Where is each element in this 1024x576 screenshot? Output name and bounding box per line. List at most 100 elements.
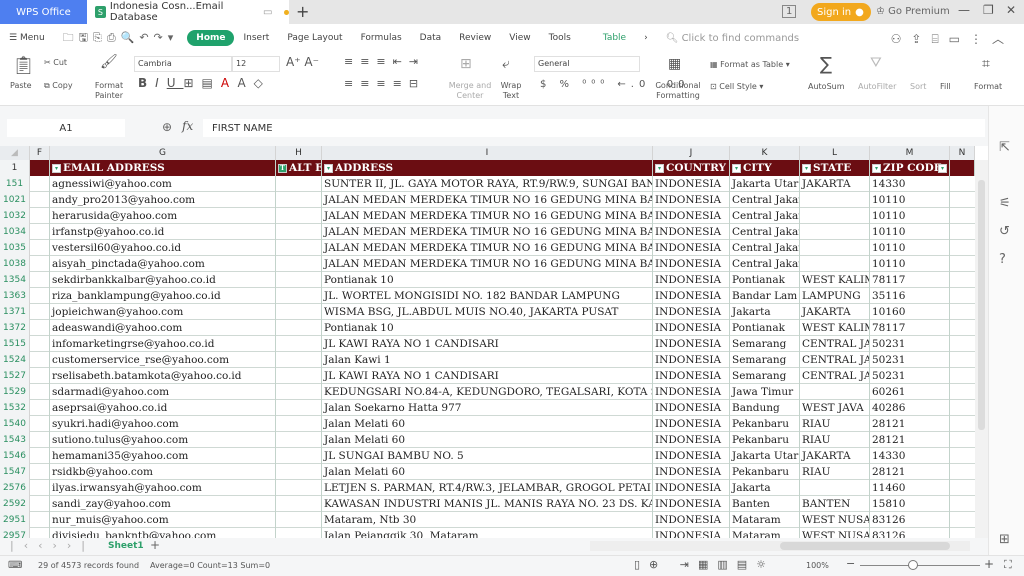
format-icon[interactable]: ⌗ (982, 56, 990, 72)
pointer-icon[interactable]: ⇱ (999, 140, 1010, 155)
more-tabs-button[interactable]: › (635, 33, 657, 43)
table-cell[interactable] (30, 368, 50, 384)
table-cell[interactable]: Pontianak 10 (322, 272, 653, 288)
font-format-icons[interactable]: BIU⊞▤AA◇ (138, 76, 271, 90)
table-cell[interactable]: herarusida@yahoo.com (50, 208, 276, 224)
table-cell[interactable] (800, 208, 870, 224)
format-as-table-button[interactable]: ▦ Format as Table ▾ (710, 60, 790, 69)
tab-table[interactable]: Table (594, 33, 635, 43)
new-tab-button[interactable]: + (296, 2, 309, 21)
table-cell[interactable] (276, 256, 322, 272)
table-cell[interactable]: rsidkb@yahoo.com (50, 464, 276, 480)
table-cell[interactable] (276, 240, 322, 256)
row-number[interactable]: 151 (0, 176, 30, 192)
table-cell[interactable]: Bandung (730, 400, 800, 416)
tab-review[interactable]: Review (450, 33, 500, 43)
table-cell[interactable]: adeaswandi@yahoo.com (50, 320, 276, 336)
table-cell[interactable] (30, 496, 50, 512)
table-cell[interactable]: irfanstp@yahoo.co.id (50, 224, 276, 240)
table-cell[interactable] (30, 416, 50, 432)
table-cell[interactable]: Jalan Melati 60 (322, 416, 653, 432)
table-cell[interactable]: INDONESIA (653, 464, 730, 480)
table-cell[interactable] (30, 176, 50, 192)
table-cell[interactable]: Pekanbaru (730, 432, 800, 448)
table-cell[interactable]: INDONESIA (653, 368, 730, 384)
row-number[interactable]: 1372 (0, 320, 30, 336)
table-cell[interactable] (30, 448, 50, 464)
table-cell[interactable]: Semarang (730, 352, 800, 368)
row-number[interactable]: 1543 (0, 432, 30, 448)
table-cell[interactable]: Central Jakarta (730, 224, 800, 240)
table-cell[interactable]: INDONESIA (653, 192, 730, 208)
table-cell[interactable]: JALAN MEDAN MERDEKA TIMUR NO 16 GEDUNG M… (322, 208, 653, 224)
table-cell[interactable] (30, 432, 50, 448)
sum-icon[interactable]: ∑ (820, 54, 832, 75)
tab-page-layout[interactable]: Page Layout (278, 33, 351, 43)
table-cell[interactable]: 28121 (870, 416, 950, 432)
column-title[interactable]: ZIP CODE ▾ ▾ (870, 160, 950, 176)
table-cell[interactable]: JL KAWI RAYA NO 1 CANDISARI (322, 336, 653, 352)
table-cell[interactable] (30, 336, 50, 352)
table-cell[interactable] (276, 384, 322, 400)
table-cell[interactable] (30, 208, 50, 224)
paste-icon[interactable]: 📋︎ (12, 55, 35, 76)
row-number[interactable]: 2951 (0, 512, 30, 528)
table-cell[interactable]: 15810 (870, 496, 950, 512)
table-cell[interactable]: JALAN MEDAN MERDEKA TIMUR NO 16 GEDUNG M… (322, 256, 653, 272)
row-number[interactable]: 1529 (0, 384, 30, 400)
column-header-n[interactable]: N (950, 146, 975, 160)
table-cell[interactable] (30, 528, 50, 538)
table-cell[interactable] (30, 272, 50, 288)
table-cell[interactable]: JAKARTA (800, 176, 870, 192)
table-cell[interactable]: Central Jakarta (730, 256, 800, 272)
table-cell[interactable] (276, 448, 322, 464)
table-cell[interactable]: Pontianak (730, 272, 800, 288)
table-cell[interactable]: agnessiwi@yahoo.com (50, 176, 276, 192)
table-cell[interactable]: SUNTER II, JL. GAYA MOTOR RAYA, RT.9/RW.… (322, 176, 653, 192)
table-cell[interactable] (276, 192, 322, 208)
restore-button[interactable]: ❐ (983, 3, 994, 17)
tab-formulas[interactable]: Formulas (352, 33, 411, 43)
table-cell[interactable]: WEST NUSA (800, 512, 870, 528)
table-cell[interactable] (800, 192, 870, 208)
help-icon[interactable]: ? (999, 252, 1006, 267)
row-number[interactable]: 1363 (0, 288, 30, 304)
table-cell[interactable] (276, 496, 322, 512)
row-number[interactable]: 1540 (0, 416, 30, 432)
table-cell[interactable] (30, 352, 50, 368)
table-cell[interactable] (276, 208, 322, 224)
table-cell[interactable] (30, 288, 50, 304)
settings-sliders-icon[interactable]: ⚟ (999, 196, 1011, 211)
zoom-slider-handle[interactable] (908, 560, 918, 570)
table-cell[interactable]: syukri.hadi@yahoo.com (50, 416, 276, 432)
tab-tools[interactable]: Tools (540, 33, 580, 43)
row-number[interactable]: 1 (0, 160, 30, 176)
column-header-m[interactable]: M (870, 146, 950, 160)
horizontal-scroll-thumb[interactable] (780, 542, 950, 550)
table-cell[interactable]: INDONESIA (653, 208, 730, 224)
table-cell[interactable]: JALAN MEDAN MERDEKA TIMUR NO 16 GEDUNG M… (322, 240, 653, 256)
table-cell[interactable]: INDONESIA (653, 320, 730, 336)
column-title[interactable]: STATE ▾ (800, 160, 870, 176)
table-cell[interactable]: INDONESIA (653, 288, 730, 304)
table-cell[interactable]: Pekanbaru (730, 464, 800, 480)
table-cell[interactable]: RIAU (800, 432, 870, 448)
apps-grid-icon[interactable]: ⊞ (999, 532, 1010, 547)
share-toolbar-icons[interactable]: ⚇⇪⌸▭⋮︿ (891, 30, 1024, 47)
table-cell[interactable]: JL SUNGAI BAMBU NO. 5 (322, 448, 653, 464)
table-cell[interactable]: Jalan Soekarno Hatta 977 (322, 400, 653, 416)
table-cell[interactable]: 11460 (870, 480, 950, 496)
table-cell[interactable]: 10110 (870, 256, 950, 272)
table-cell[interactable] (800, 224, 870, 240)
tab-wps-office[interactable]: WPS Office (0, 0, 87, 24)
table-cell[interactable] (276, 304, 322, 320)
table-cell[interactable]: JALAN MEDAN MERDEKA TIMUR NO 16 GEDUNG M… (322, 224, 653, 240)
table-cell[interactable]: rselisabeth.batamkota@yahoo.co.id (50, 368, 276, 384)
tab-data[interactable]: Data (411, 33, 451, 43)
table-cell[interactable]: CENTRAL JA (800, 368, 870, 384)
filter-dropdown-icon[interactable]: ▾ (938, 164, 947, 173)
table-cell[interactable]: Jakarta Utar (730, 448, 800, 464)
window-count-icon[interactable]: 1 (782, 5, 797, 18)
number-format-select[interactable]: General (534, 56, 640, 72)
table-cell[interactable]: divisiedu_bankntb@yahoo.com (50, 528, 276, 538)
